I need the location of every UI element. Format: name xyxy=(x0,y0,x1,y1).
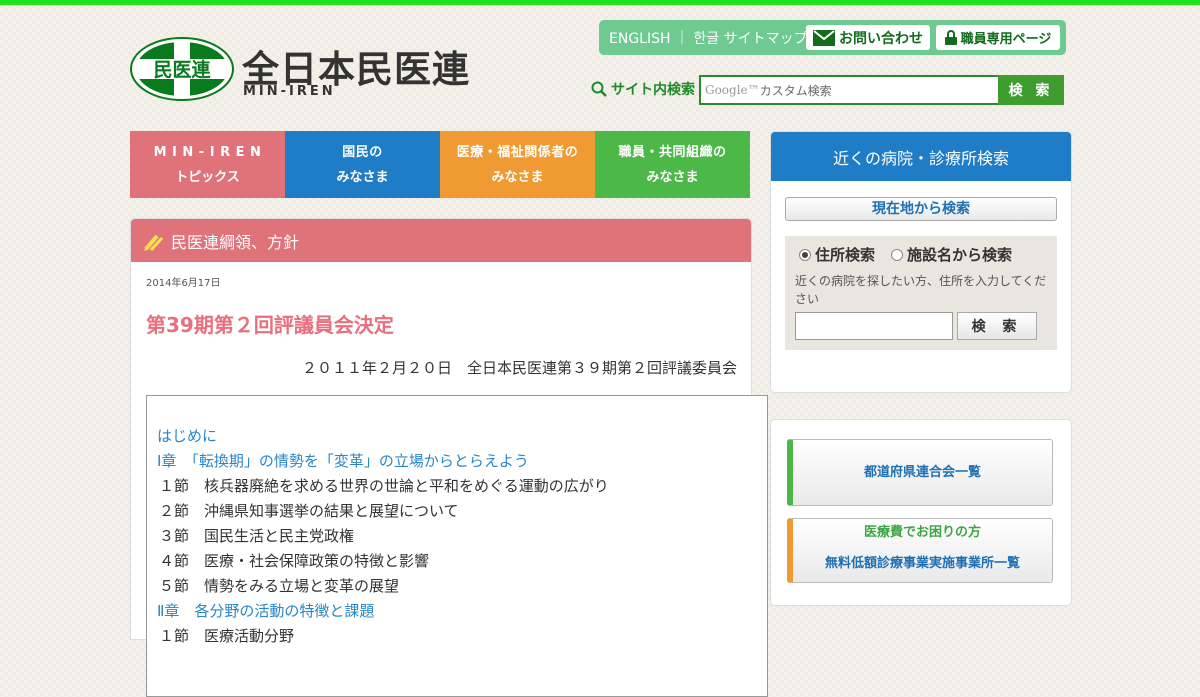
nav-citizens-line1: 国民の xyxy=(342,144,383,160)
toc-section: ５節 情勢をみる立場と変革の展望 xyxy=(159,577,400,595)
radio-address-dot[interactable] xyxy=(799,248,811,261)
nav-staff-line1: 職員・共同組織の xyxy=(618,144,727,160)
site-search-label: サイト内検索 xyxy=(591,79,695,99)
utility-bar: ENGLISH ｜ 한글 サイトマップ お問い合わせ 職員専用ページ xyxy=(599,20,1066,55)
address-search-description: 近くの病院を探したい方、住所を入力してください xyxy=(795,274,1047,306)
article-date: 2014年6月17日 xyxy=(146,278,221,289)
korean-link[interactable]: 한글 xyxy=(693,31,719,47)
article-category: 民医連綱領、方針 xyxy=(171,232,300,252)
prefecture-federations-button[interactable]: 都道府県連合会一覧 xyxy=(787,439,1053,506)
article-panel: 民医連綱領、方針 2014年6月17日 第39期第２回評議員会決定 ２０１１年２… xyxy=(130,218,768,697)
staff-page-button[interactable]: 職員専用ページ xyxy=(936,25,1060,50)
utility-links: ENGLISH ｜ 한글 サイトマップ xyxy=(609,28,808,48)
sidebar-links: 都道府県連合会一覧 医療費でお困りの方 無料低額診療事業実施事業所一覧 xyxy=(770,419,1072,606)
article-title: 第39期第２回評議員会決定 xyxy=(146,313,394,337)
toc-link[interactable]: はじめに xyxy=(157,424,767,449)
low-cost-care-line2: 無料低額診療事業実施事業所一覧 xyxy=(824,556,1020,571)
article-category-header: 民医連綱領、方針 xyxy=(131,219,751,262)
site-search-button[interactable]: 検 索 xyxy=(998,75,1064,105)
site-logo[interactable]: 民医連 全日本民医連 MIN-IREN xyxy=(130,37,490,105)
search-icon xyxy=(591,81,607,97)
nav-topics-line2: トピックス xyxy=(175,169,240,185)
article-meta: ２０１１年２月２０日 全日本民医連第３９期第２回評議委員会 xyxy=(301,359,737,377)
nav-medical-line1: 医療・福祉関係者の xyxy=(456,144,579,160)
english-link[interactable]: ENGLISH xyxy=(609,31,671,47)
toc-section: ４節 医療・社会保障政策の特徴と影響 xyxy=(159,552,430,570)
site-search-placeholder: カスタム検索 xyxy=(759,83,832,98)
nav-topics[interactable]: M I N - I R E N トピックス xyxy=(130,131,285,198)
google-watermark: Google™ xyxy=(705,83,760,97)
toc-section: ３節 国民生活と民主党政権 xyxy=(159,527,355,545)
top-accent-bar xyxy=(0,0,1200,5)
toc-section: １節 医療活動分野 xyxy=(159,627,295,645)
lock-icon xyxy=(944,30,957,45)
toc-list: はじめに Ⅰ章 「転換期」の情勢を「変革」の立場からとらえよう １節 核兵器廃絶を求… xyxy=(147,396,767,649)
current-location-search-button[interactable]: 現在地から検索 xyxy=(785,197,1057,221)
staff-page-label: 職員専用ページ xyxy=(960,32,1052,47)
search-mode-radios: 住所検索 施設名から検索 xyxy=(799,244,1012,265)
radio-address-search[interactable]: 住所検索 xyxy=(799,244,875,265)
nav-citizens-line2: みなさま xyxy=(336,169,389,185)
nearby-hospital-search: 近くの病院・診療所検索 現在地から検索 住所検索 施設名から検索 近くの病院を探… xyxy=(770,131,1072,393)
sitemap-link[interactable]: サイトマップ xyxy=(724,31,808,47)
address-search-button[interactable]: 検 索 xyxy=(957,312,1037,340)
site-search-input[interactable]: Google™ カスタム検索 xyxy=(699,75,1007,105)
table-of-contents: はじめに Ⅰ章 「転換期」の情勢を「変革」の立場からとらえよう １節 核兵器廃絶を求… xyxy=(146,395,768,697)
logo-badge-text: 民医連 xyxy=(153,58,211,81)
address-search-box: 住所検索 施設名から検索 近くの病院を探したい方、住所を入力してください 検 索 xyxy=(785,236,1057,350)
utility-separator: ｜ xyxy=(674,31,689,47)
toc-section: １節 核兵器廃絶を求める世界の世論と平和をめぐる運動の広がり xyxy=(159,477,609,495)
toc-link[interactable]: Ⅱ章 各分野の活動の特徴と課題 xyxy=(157,599,767,624)
main-nav: M I N - I R E N トピックス 国民の みなさま 医療・福祉関係者の… xyxy=(130,131,750,198)
radio-facility-search[interactable]: 施設名から検索 xyxy=(891,244,1012,265)
nav-medical-welfare[interactable]: 医療・福祉関係者の みなさま xyxy=(440,131,595,198)
toc-section: ２節 沖縄県知事選挙の結果と展望について xyxy=(159,502,459,520)
radio-address-label: 住所検索 xyxy=(815,246,876,264)
nearby-search-title: 近くの病院・診療所検索 xyxy=(771,132,1071,181)
address-input[interactable] xyxy=(795,312,953,340)
radio-facility-dot[interactable] xyxy=(891,248,904,261)
site-search-label-text: サイト内検索 xyxy=(611,82,695,98)
nav-staff[interactable]: 職員・共同組織の みなさま xyxy=(595,131,750,198)
mail-icon xyxy=(813,29,835,46)
toc-link[interactable]: Ⅰ章 「転換期」の情勢を「変革」の立場からとらえよう xyxy=(157,449,767,474)
site-subtitle: MIN-IREN xyxy=(243,84,336,99)
nav-medical-line2: みなさま xyxy=(491,169,544,185)
min-iren-logo-badge-icon: 民医連 xyxy=(130,37,234,101)
nav-staff-line2: みなさま xyxy=(646,169,699,185)
contact-button[interactable]: お問い合わせ xyxy=(806,25,930,50)
low-cost-care-button[interactable]: 医療費でお困りの方 無料低額診療事業実施事業所一覧 xyxy=(787,518,1053,583)
contact-label: お問い合わせ xyxy=(839,30,923,47)
nav-citizens[interactable]: 国民の みなさま xyxy=(285,131,440,198)
nav-topics-line1: M I N - I R E N xyxy=(153,144,262,160)
pencil-icon xyxy=(144,234,164,251)
low-cost-care-line1: 医療費でお困りの方 xyxy=(863,525,981,540)
radio-facility-label: 施設名から検索 xyxy=(907,246,1013,264)
